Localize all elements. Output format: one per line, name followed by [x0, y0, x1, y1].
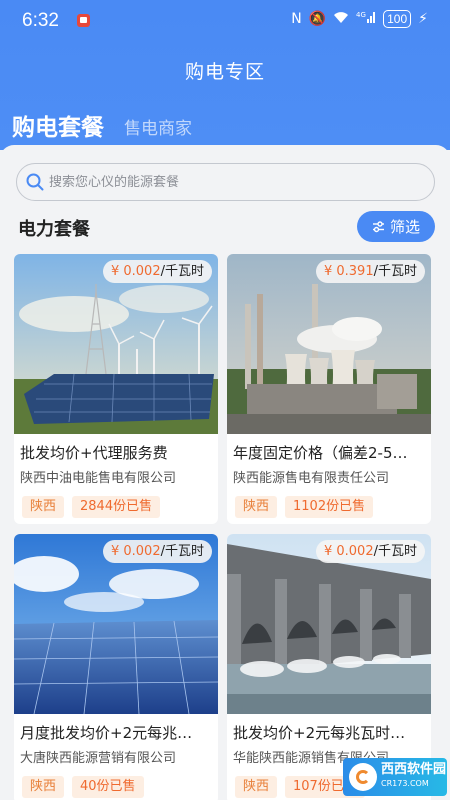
company-name: 陕西中油电能售电有限公司 — [20, 471, 177, 486]
nfc-icon: N — [291, 11, 302, 27]
region-tag: 陕西 — [22, 776, 65, 798]
status-time: 6:32 — [22, 10, 59, 31]
network-type: 4G — [356, 11, 366, 19]
tab-buy-packages[interactable]: 购电套餐 — [12, 108, 104, 142]
wifi-icon — [333, 11, 349, 28]
filter-label: 筛选 — [389, 218, 420, 236]
filter-icon — [372, 221, 384, 233]
status-bar: 6:32 N 🔕 4G 100 ⚡ — [0, 8, 450, 34]
sold-count-tag: 2844份已售 — [72, 496, 161, 518]
price-value: ¥ 0.002 — [323, 544, 374, 559]
company-name: 大唐陕西能源营销有限公司 — [20, 751, 177, 766]
watermark-title: 西西软件园 — [381, 762, 447, 777]
search-input[interactable] — [49, 171, 419, 193]
site-watermark: 西西软件园 CR173.COM — [343, 758, 447, 796]
watermark-sub: CR173.COM — [381, 779, 429, 788]
price-badge: ¥ 0.002/千瓦时 — [315, 540, 425, 563]
section-title: 电力套餐 — [18, 219, 90, 240]
signal-icon: 4G — [356, 10, 376, 28]
tab-sellers[interactable]: 售电商家 — [124, 114, 192, 139]
region-tag: 陕西 — [22, 496, 65, 518]
mute-icon: 🔕 — [308, 11, 327, 27]
package-name: 批发均价+2元每兆瓦时… — [233, 724, 406, 742]
package-name: 月度批发均价+2元每兆… — [20, 724, 193, 742]
watermark-logo-icon — [349, 763, 377, 791]
page-title: 购电专区 — [184, 61, 265, 83]
charging-icon: ⚡ — [418, 11, 428, 27]
price-badge: ¥ 0.002/千瓦时 — [102, 260, 212, 283]
sold-count-tag: 40份已售 — [72, 776, 144, 798]
search-bar[interactable] — [16, 163, 435, 201]
filter-button[interactable]: 筛选 — [357, 211, 435, 242]
price-unit: /千瓦时 — [160, 544, 204, 559]
app-header: 6:32 N 🔕 4G 100 ⚡ 购电专区 购电套餐 售电商家 — [0, 0, 450, 150]
company-name: 陕西能源售电有限责任公司 — [233, 471, 390, 486]
package-name: 年度固定价格（偏差2-5… — [233, 444, 408, 462]
price-unit: /千瓦时 — [373, 264, 417, 279]
price-unit: /千瓦时 — [373, 544, 417, 559]
main-content: 电力套餐 筛选 ¥ 0.002/千瓦时 批 — [0, 145, 450, 800]
price-value: ¥ 0.391 — [323, 264, 374, 279]
region-tag: 陕西 — [235, 496, 278, 518]
status-icons: N 🔕 4G 100 ⚡ — [291, 10, 428, 28]
region-tag: 陕西 — [235, 776, 278, 798]
notification-icon — [77, 14, 90, 27]
price-badge: ¥ 0.391/千瓦时 — [315, 260, 425, 283]
price-value: ¥ 0.002 — [110, 264, 161, 279]
sold-count-tag: 1102份已售 — [285, 496, 374, 518]
battery-icon: 100 — [383, 10, 412, 28]
price-value: ¥ 0.002 — [110, 544, 161, 559]
package-card[interactable]: ¥ 0.002/千瓦时 月度批发均价+2元每兆… 大唐陕西能源营销有限公司 陕西… — [14, 534, 218, 800]
package-name: 批发均价+代理服务费 — [20, 444, 168, 462]
price-unit: /千瓦时 — [160, 264, 204, 279]
package-card[interactable]: ¥ 0.391/千瓦时 年度固定价格（偏差2-5… 陕西能源售电有限责任公司 陕… — [227, 254, 431, 524]
price-badge: ¥ 0.002/千瓦时 — [102, 540, 212, 563]
package-card[interactable]: ¥ 0.002/千瓦时 批发均价+代理服务费 陕西中油电能售电有限公司 陕西 2… — [14, 254, 218, 524]
search-icon — [26, 173, 44, 191]
